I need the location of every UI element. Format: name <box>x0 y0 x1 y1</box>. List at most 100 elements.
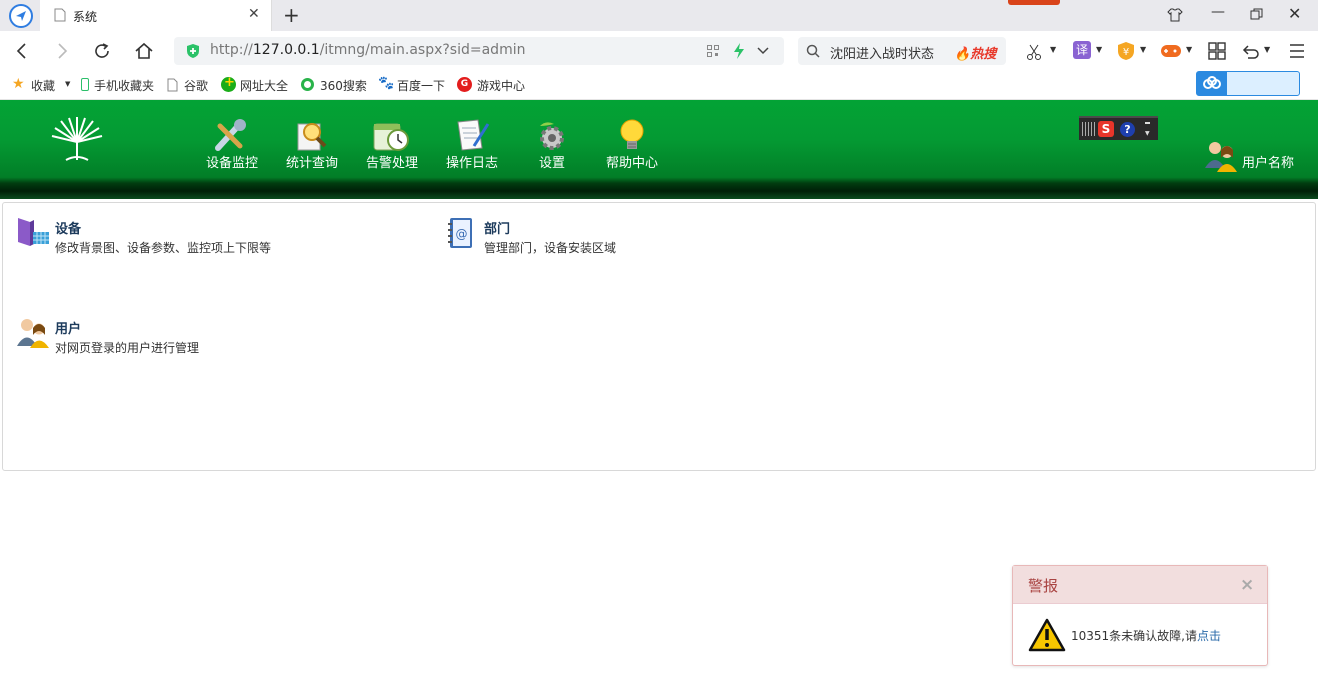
nav-operation-log[interactable]: 操作日志 <box>438 118 506 171</box>
nav-help-center[interactable]: 帮助中心 <box>598 118 666 171</box>
nav-device-monitor[interactable]: 设备监控 <box>198 118 266 171</box>
panel-item-device[interactable]: 设备 修改背景图、设备参数、监控项上下限等 <box>3 203 423 273</box>
dropdown-arrow-icon[interactable]: ▼ <box>1096 45 1102 54</box>
notepad-pen-icon <box>457 119 490 151</box>
new-tab-button[interactable]: + <box>283 3 300 27</box>
paw-icon: 🐾 <box>378 76 395 91</box>
bookmark-url-directory[interactable]: 网址大全 <box>240 77 288 94</box>
alarm-click-link[interactable]: 点击 <box>1197 629 1221 643</box>
logo-tree-icon[interactable] <box>48 116 106 162</box>
translate-icon[interactable]: 译 <box>1073 41 1091 59</box>
address-book-icon: @ <box>448 218 472 248</box>
wallet-shield-icon[interactable]: ¥ <box>1117 41 1135 61</box>
bookmark-360-search[interactable]: 360搜索 <box>320 77 367 94</box>
ime-dropdown-icon: ▼ <box>1145 130 1150 137</box>
alarm-close-button[interactable]: × <box>1240 575 1254 595</box>
bookmark-favorites[interactable]: 收藏 <box>31 77 55 94</box>
nav-settings[interactable]: 设置 <box>518 118 586 171</box>
nav-label: 设备监控 <box>205 156 258 171</box>
tab-title: 系统 <box>73 10 98 24</box>
cloud-sync-widget[interactable] <box>1196 71 1300 96</box>
nav-label: 帮助中心 <box>605 156 658 171</box>
search-text: 沈阳进入战时状态 <box>830 47 935 62</box>
scissors-icon[interactable] <box>1026 43 1044 61</box>
device-cabinet-icon <box>18 218 49 246</box>
nav-label: 操作日志 <box>445 156 498 171</box>
bookmark-game-center[interactable]: 游戏中心 <box>477 77 525 94</box>
page-icon <box>54 8 66 22</box>
search360-icon <box>301 78 314 91</box>
browser-tab[interactable]: 系统 ✕ <box>40 0 272 31</box>
magnifier-report-icon <box>297 123 327 151</box>
wrench-icon <box>215 119 246 151</box>
close-window-button[interactable]: ✕ <box>1288 4 1301 23</box>
star-icon: ★ <box>12 76 25 92</box>
skin-icon[interactable] <box>1167 7 1183 23</box>
forward-icon[interactable] <box>53 42 71 60</box>
search-input[interactable]: 沈阳进入战时状态 🔥热搜 <box>798 37 1006 65</box>
alarm-message: 10351条未确认故障,请点击 <box>1071 629 1222 643</box>
chevron-down-icon[interactable] <box>757 47 769 55</box>
dropdown-arrow-icon[interactable]: ▼ <box>1186 45 1192 54</box>
gear-icon <box>540 122 564 150</box>
warning-icon <box>1028 618 1066 652</box>
reload-icon[interactable] <box>93 42 111 60</box>
tab-close-icon[interactable]: ✕ <box>248 6 260 22</box>
dropdown-arrow-icon[interactable]: ▼ <box>1050 45 1056 54</box>
page-icon <box>167 78 178 92</box>
calendar-clock-icon <box>373 123 409 151</box>
game-center-icon: G <box>457 77 472 92</box>
dropdown-arrow-icon[interactable]: ▼ <box>1140 45 1146 54</box>
url-host: 127.0.0.1 <box>252 42 320 58</box>
svg-text:@: @ <box>456 227 468 241</box>
ime-minimize-icon <box>1145 122 1150 124</box>
panel-item-department[interactable]: @ 部门 管理部门，设备安装区域 <box>433 203 853 273</box>
bookmark-baidu[interactable]: 百度一下 <box>397 77 445 94</box>
search-icon <box>806 44 820 58</box>
users-icon <box>17 319 49 348</box>
browser-tab-bar: 系统 ✕ + — ✕ <box>0 0 1318 31</box>
minimize-button[interactable]: — <box>1211 4 1225 20</box>
undo-icon[interactable] <box>1242 42 1260 60</box>
apps-grid-icon[interactable] <box>1208 42 1226 60</box>
panel-item-title: 用户 <box>55 322 82 337</box>
svg-text:¥: ¥ <box>1123 47 1129 58</box>
nav-label: 统计查询 <box>285 156 338 171</box>
speed-mode-icon[interactable] <box>733 43 745 59</box>
panel-item-desc: 修改背景图、设备参数、监控项上下限等 <box>55 241 272 255</box>
menu-icon[interactable] <box>1288 43 1306 59</box>
home-icon[interactable] <box>134 41 154 61</box>
url-prefix: http:// <box>210 42 253 58</box>
bookmark-google[interactable]: 谷歌 <box>184 77 208 94</box>
restore-button[interactable] <box>1250 8 1263 21</box>
nav-alarm-handling[interactable]: 告警处理 <box>358 118 426 171</box>
back-icon[interactable] <box>13 42 31 60</box>
cloud-icon <box>1203 76 1221 89</box>
url-path: /itmng/main.aspx?sid=admin <box>319 42 526 58</box>
dropdown-arrow-icon[interactable]: ▼ <box>1264 45 1270 54</box>
bookmark-mobile[interactable]: 手机收藏夹 <box>94 77 154 94</box>
panel-item-user[interactable]: 用户 对网页登录的用户进行管理 <box>3 303 423 373</box>
nav-statistics-query[interactable]: 统计查询 <box>278 118 346 171</box>
gamepad-icon[interactable] <box>1160 43 1182 59</box>
panel-item-desc: 管理部门，设备安装区域 <box>484 241 617 255</box>
qr-code-icon[interactable] <box>707 45 719 57</box>
sogou-s-icon: S <box>1098 121 1114 137</box>
alarm-popup-header: 警报 × <box>1013 566 1267 604</box>
address-input[interactable]: http://127.0.0.1/itmng/main.aspx?sid=adm… <box>174 37 784 65</box>
panel-item-title: 设备 <box>55 222 82 237</box>
browser-logo-icon[interactable] <box>9 4 33 28</box>
dropdown-arrow-icon[interactable]: ▼ <box>65 80 70 88</box>
help-question-icon: ? <box>1120 122 1135 137</box>
browser-toolbar: http://127.0.0.1/itmng/main.aspx?sid=adm… <box>0 31 1318 71</box>
bookmarks-bar: ★ 收藏 ▼ 手机收藏夹 谷歌 + 网址大全 360搜索 🐾 百度一下 G 游戏… <box>0 71 1318 100</box>
alarm-popup: 警报 × 10351条未确认故障,请点击 <box>1012 565 1268 666</box>
mobile-icon <box>81 78 89 91</box>
nav-label: 设置 <box>538 156 565 171</box>
user-name[interactable]: 用户名称 <box>1242 152 1294 171</box>
ime-toolbar[interactable]: S ? ▼ <box>1079 116 1158 140</box>
fire-icon: 🔥 <box>954 47 971 62</box>
user-avatar-icon <box>1205 142 1237 172</box>
settings-panel: 设备 修改背景图、设备参数、监控项上下限等 @ 部门 管理部门，设备安装区域 用… <box>2 202 1316 471</box>
plus-circle-icon: + <box>221 75 236 92</box>
